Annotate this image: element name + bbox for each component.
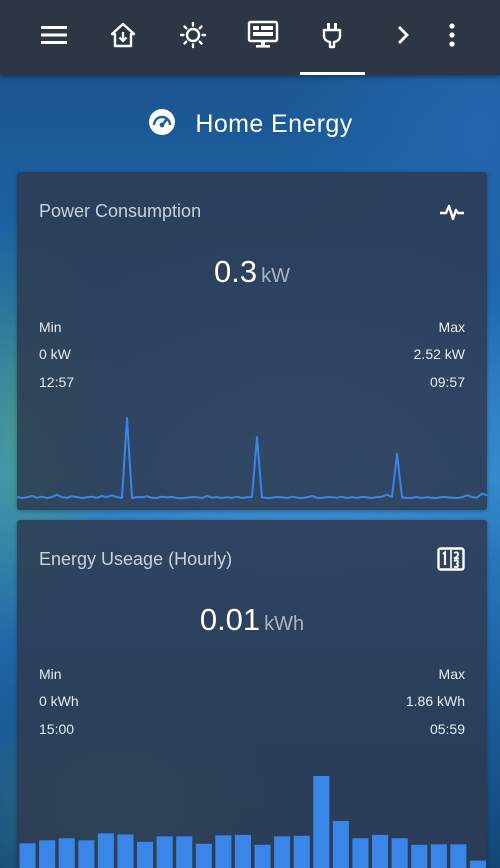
plug-icon (320, 21, 344, 54)
bar-2 (39, 840, 56, 868)
brightness-icon (179, 21, 207, 54)
bar-9 (176, 836, 193, 868)
bar-17 (332, 821, 349, 868)
bar-19 (372, 834, 389, 868)
min-label: Min (39, 319, 62, 335)
tab-lights[interactable] (168, 12, 218, 62)
bar-10 (195, 843, 212, 868)
min-time: 15:00 (39, 721, 75, 737)
value-number: 0.3 (214, 254, 258, 289)
max-time: 09:57 (429, 374, 465, 390)
top-toolbar (0, 0, 500, 75)
min-label: Min (39, 666, 62, 682)
gauge-icon (147, 107, 177, 142)
bar-21 (411, 844, 428, 868)
tab-energy[interactable] (307, 12, 357, 62)
value-unit: kWh (264, 613, 305, 635)
bar-8 (156, 836, 173, 868)
energy-bar-chart (19, 776, 486, 868)
bar-20 (391, 838, 408, 868)
bar-3 (58, 838, 75, 868)
tab-home[interactable] (98, 12, 148, 62)
bar-13 (254, 844, 271, 868)
energy-usage-card[interactable]: Energy Useage (Hourly) 0.01 kWh Min Max 0… (17, 520, 487, 868)
scroll-tabs-right-button[interactable] (378, 12, 428, 62)
max-label: Max (438, 666, 465, 682)
bar-1 (19, 843, 36, 868)
menu-button[interactable] (29, 12, 79, 62)
tab-media[interactable] (238, 12, 288, 62)
bar-24 (469, 860, 486, 868)
bar-4 (78, 840, 95, 868)
pulse-icon (439, 202, 465, 227)
bar-5 (97, 833, 114, 868)
bar-12 (234, 834, 251, 868)
monitor-icon (247, 20, 279, 55)
max-value: 2.52 kW (413, 346, 465, 362)
value-unit: kW (261, 265, 290, 287)
bar-7 (137, 841, 154, 868)
card-title: Energy Useage (Hourly) (39, 549, 233, 569)
value-number: 0.01 (199, 602, 261, 637)
chevron-right-icon (396, 25, 410, 50)
max-label: Max (438, 319, 465, 335)
max-time: 05:59 (429, 721, 465, 737)
power-consumption-card[interactable]: Power Consumption 0.3 kW Min Max 0 kW 2.5… (17, 172, 487, 510)
page-header: Home Energy (0, 104, 500, 144)
bar-18 (352, 838, 369, 868)
bar-15 (293, 835, 310, 868)
series-line (17, 417, 487, 500)
min-value: 0 kWh (39, 693, 79, 709)
page-title: Home Energy (195, 109, 353, 138)
bar-6 (117, 834, 134, 868)
min-time: 12:57 (39, 374, 75, 390)
home-icon (109, 21, 137, 54)
current-value: 0.3 kW (17, 254, 487, 290)
min-value: 0 kW (39, 346, 71, 362)
card-title: Power Consumption (39, 201, 202, 221)
more-vertical-icon (448, 22, 456, 52)
overflow-menu-button[interactable] (427, 12, 477, 62)
bar-22 (430, 844, 447, 868)
bar-16 (313, 776, 330, 868)
active-tab-indicator (300, 72, 365, 75)
numeric-icon (437, 547, 465, 576)
bar-23 (450, 844, 467, 868)
menu-icon (41, 25, 67, 50)
bar-14 (274, 836, 291, 868)
max-value: 1.86 kWh (405, 693, 465, 709)
current-value: 0.01 kWh (17, 602, 487, 638)
power-sparkline-chart (17, 417, 487, 500)
bar-11 (215, 835, 232, 868)
